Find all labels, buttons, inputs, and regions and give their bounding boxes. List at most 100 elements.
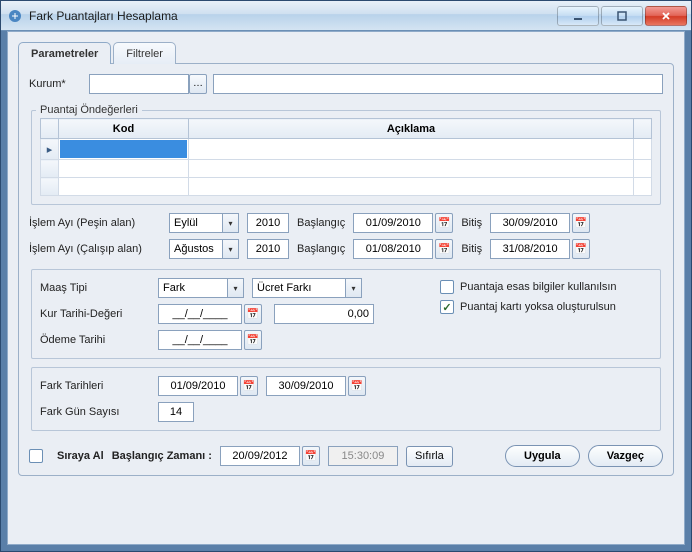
- fark-gun-row: Fark Gün Sayısı: [40, 402, 652, 422]
- calendar-icon[interactable]: 📅: [572, 213, 590, 233]
- chevron-down-icon: ▾: [227, 279, 243, 297]
- tab-parametreler[interactable]: Parametreler: [18, 42, 111, 64]
- window-controls: [557, 6, 687, 26]
- vazgec-button[interactable]: Vazgeç: [588, 445, 663, 467]
- calisip-bitis-input[interactable]: [490, 239, 570, 259]
- calendar-icon[interactable]: 📅: [244, 330, 262, 350]
- grid-rowmarker: ▸: [41, 139, 59, 160]
- grid-cell-kod[interactable]: [59, 160, 189, 178]
- calendar-icon[interactable]: 📅: [240, 376, 258, 396]
- grid-cell-aciklama[interactable]: [189, 139, 634, 160]
- chevron-down-icon: ▾: [222, 240, 238, 258]
- tab-label: Filtreler: [126, 48, 163, 60]
- grid-col-aciklama[interactable]: Açıklama: [189, 119, 634, 139]
- grid-rowmarker: [41, 160, 59, 178]
- fark-gun-label: Fark Gün Sayısı: [40, 406, 150, 418]
- odeme-input[interactable]: [158, 330, 242, 350]
- calendar-icon[interactable]: 📅: [348, 376, 366, 396]
- close-button[interactable]: [645, 6, 687, 26]
- combo-value: Ağustos: [174, 243, 214, 255]
- calisip-baslangic-date: 📅: [353, 239, 453, 259]
- titlebar: Fark Puantajları Hesaplama: [1, 1, 691, 31]
- cb2-label: Puantaj kartı yoksa oluşturulsun: [460, 301, 616, 313]
- pesin-baslangic-input[interactable]: [353, 213, 433, 233]
- kur-tarih-input[interactable]: [158, 304, 242, 324]
- kur-deger-input[interactable]: [274, 304, 374, 324]
- grid-cell-kod[interactable]: [59, 178, 189, 196]
- grid-row[interactable]: [41, 160, 652, 178]
- fark-t1-date: 📅: [158, 376, 258, 396]
- islem-pesin-yil-input[interactable]: [247, 213, 289, 233]
- ucret-combo[interactable]: Ücret Farkı▾: [252, 278, 362, 298]
- odeme-row: Ödeme Tarihi 📅: [40, 330, 420, 350]
- odeme-label: Ödeme Tarihi: [40, 334, 150, 346]
- grid-cell-aciklama[interactable]: [189, 178, 634, 196]
- islem-calisip-ay-combo[interactable]: Ağustos ▾: [169, 239, 239, 259]
- kurum-desc-input[interactable]: [213, 74, 663, 94]
- button-label: Vazgeç: [607, 450, 644, 462]
- client-area: Parametreler Filtreler Kurum* … Puantaj …: [7, 31, 685, 545]
- karti-olusturulsun-checkbox[interactable]: ✓: [440, 300, 454, 314]
- calendar-icon[interactable]: 📅: [302, 446, 320, 466]
- islem-calisip-yil-input[interactable]: [247, 239, 289, 259]
- maas-tipi-row: Maaş Tipi Fark▾ Ücret Farkı▾: [40, 278, 420, 298]
- puantaj-grid[interactable]: Kod Açıklama ▸: [40, 118, 652, 196]
- tabpanel-parametreler: Kurum* … Puantaj Öndeğerleri Kod Açıklam…: [18, 63, 674, 476]
- puantaj-group-title: Puantaj Öndeğerleri: [36, 104, 142, 116]
- bitis-label: Bitiş: [461, 217, 482, 229]
- calisip-bitis-date: 📅: [490, 239, 590, 259]
- footer-row: Sıraya Al Başlangıç Zamanı : 📅 Sıfırla U…: [29, 439, 663, 467]
- window-title: Fark Puantajları Hesaplama: [29, 9, 557, 23]
- uygula-button[interactable]: Uygula: [505, 445, 580, 467]
- kur-label: Kur Tarihi-Değeri: [40, 308, 150, 320]
- grid-cell-kod[interactable]: [59, 139, 189, 160]
- kurum-code-input[interactable]: [89, 74, 189, 94]
- kur-row: Kur Tarihi-Değeri 📅: [40, 304, 420, 324]
- calendar-icon[interactable]: 📅: [572, 239, 590, 259]
- chevron-down-icon: ▾: [345, 279, 361, 297]
- app-icon: [7, 8, 23, 24]
- siraya-label: Sıraya Al: [57, 450, 104, 462]
- tab-label: Parametreler: [31, 48, 98, 60]
- footer-date-input[interactable]: [220, 446, 300, 466]
- grid-rowmarker: [41, 178, 59, 196]
- pesin-bitis-input[interactable]: [490, 213, 570, 233]
- grid-rowmarker-header: [41, 119, 59, 139]
- fark-t1-input[interactable]: [158, 376, 238, 396]
- kurum-lookup-button[interactable]: …: [189, 74, 207, 94]
- kurum-label: Kurum*: [29, 78, 89, 90]
- grid-cell-aciklama[interactable]: [189, 160, 634, 178]
- chevron-down-icon: ▾: [222, 214, 238, 232]
- calisip-baslangic-input[interactable]: [353, 239, 433, 259]
- combo-value: Fark: [163, 282, 185, 294]
- sifirla-button[interactable]: Sıfırla: [406, 446, 453, 467]
- siraya-al-checkbox[interactable]: [29, 449, 43, 463]
- maximize-button[interactable]: [601, 6, 643, 26]
- calendar-icon[interactable]: 📅: [435, 213, 453, 233]
- button-label: Sıfırla: [415, 450, 444, 462]
- grid-row[interactable]: [41, 178, 652, 196]
- calendar-icon[interactable]: 📅: [435, 239, 453, 259]
- islem-pesin-ay-combo[interactable]: Eylül ▾: [169, 213, 239, 233]
- combo-value: Eylül: [174, 217, 198, 229]
- esas-bilgiler-checkbox[interactable]: [440, 280, 454, 294]
- fark-t2-input[interactable]: [266, 376, 346, 396]
- calendar-icon[interactable]: 📅: [244, 304, 262, 324]
- fark-tarihleri-row: Fark Tarihleri 📅 📅: [40, 376, 652, 396]
- minimize-button[interactable]: [557, 6, 599, 26]
- baslangic-label: Başlangıç: [297, 217, 345, 229]
- grid-row[interactable]: ▸: [41, 139, 652, 160]
- bitis-label: Bitiş: [461, 243, 482, 255]
- maas-tipi-combo[interactable]: Fark ▾: [158, 278, 244, 298]
- islem-calisip-label: İşlem Ayı (Çalışıp alan): [29, 243, 161, 255]
- fark-gun-input[interactable]: [158, 402, 194, 422]
- baslangic-label: Başlangıç: [297, 243, 345, 255]
- tab-filtreler[interactable]: Filtreler: [113, 42, 176, 64]
- cb2-row: ✓ Puantaj kartı yoksa oluşturulsun: [440, 300, 652, 314]
- cb1-row: Puantaja esas bilgiler kullanılsın: [440, 280, 652, 294]
- app-window: Fark Puantajları Hesaplama Parametreler …: [0, 0, 692, 552]
- grid-col-spacer: [634, 119, 652, 139]
- maas-group: Maaş Tipi Fark▾ Ücret Farkı▾ Kur Tarihi-…: [31, 269, 661, 359]
- grid-cell-spacer: [634, 160, 652, 178]
- grid-col-kod[interactable]: Kod: [59, 119, 189, 139]
